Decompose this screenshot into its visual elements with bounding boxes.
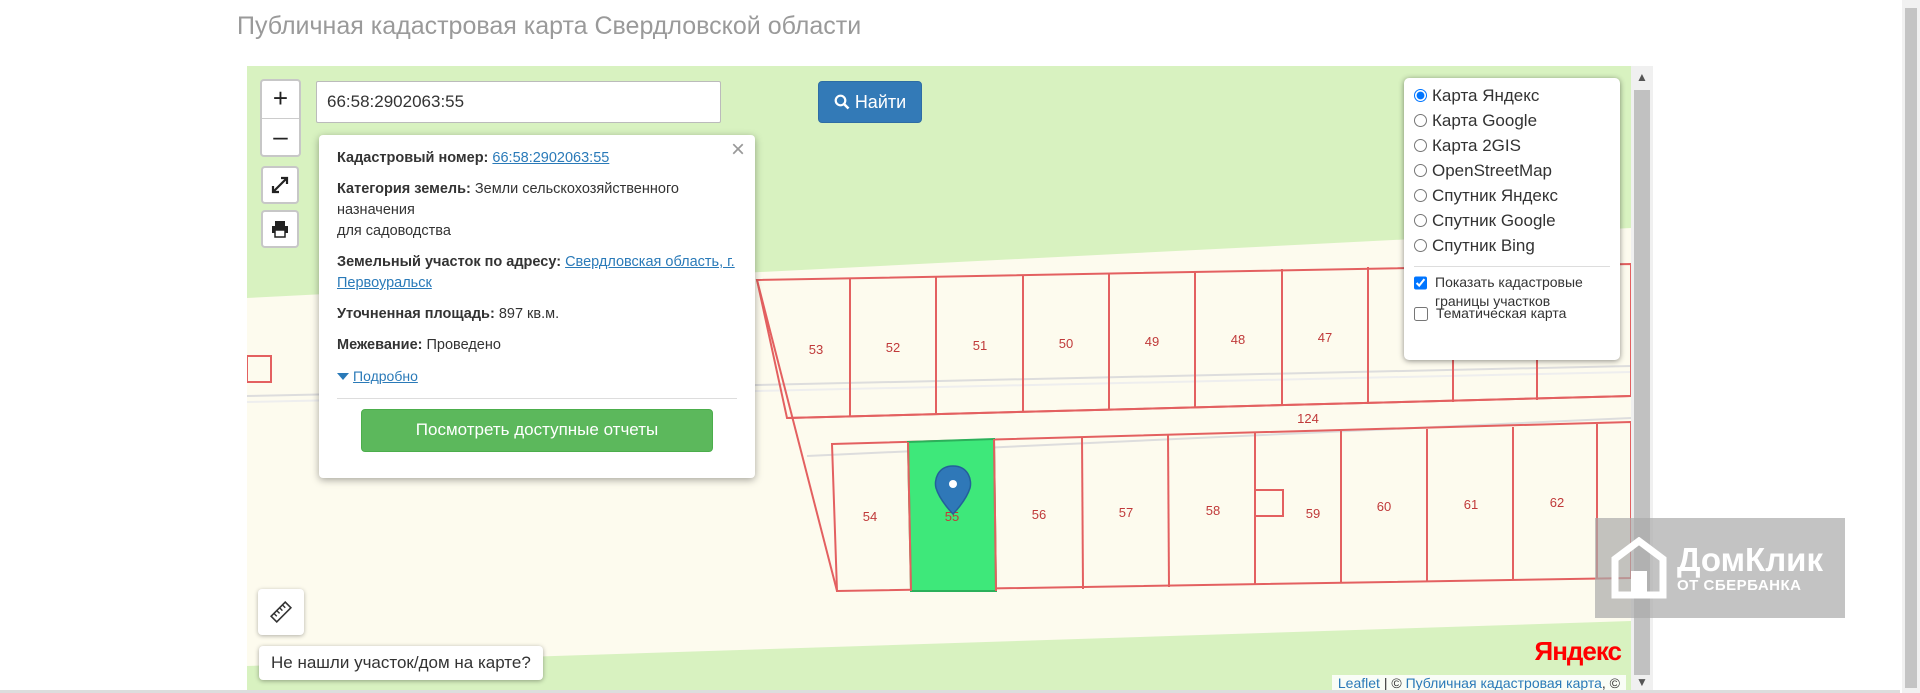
cadastral-label: Кадастровый номер: (337, 150, 489, 166)
layer-option-yandex-satellite[interactable]: Спутник Яндекс (1414, 183, 1610, 208)
parcel-label: 59 (1306, 506, 1320, 521)
address-label: Земельный участок по адресу: (337, 254, 562, 270)
search-input[interactable] (316, 81, 721, 123)
zoom-control: + – (260, 79, 301, 157)
map-attribution: Leaflet | © Публичная кадастровая карта,… (1331, 675, 1626, 691)
show-borders-checkbox[interactable] (1414, 276, 1427, 290)
layer-radio[interactable] (1414, 214, 1427, 227)
divider (337, 398, 737, 399)
close-icon[interactable]: × (731, 138, 745, 162)
parcel-info-popup: × Кадастровый номер: 66:58:2902063:55 Ка… (319, 135, 755, 478)
watermark-title: ДомКлик (1677, 540, 1823, 578)
ruler-button[interactable] (258, 589, 304, 635)
layer-option-osm[interactable]: OpenStreetMap (1414, 158, 1610, 183)
parcel-label: 58 (1206, 503, 1220, 518)
house-logo-icon (1611, 537, 1667, 599)
thematic-map-checkbox[interactable] (1414, 307, 1428, 321)
not-found-button[interactable]: Не нашли участок/дом на карте? (259, 646, 543, 680)
parcel-label: 60 (1377, 499, 1391, 514)
parcel-label: 50 (1059, 336, 1073, 351)
map-container[interactable]: 53 52 51 50 49 48 47 54 55 56 57 58 59 6… (247, 66, 1631, 693)
area-row: Уточненная площадь: 897 кв.м. (337, 304, 737, 325)
view-reports-button[interactable]: Посмотреть доступные отчеты (361, 409, 713, 452)
cadastral-number-row: Кадастровый номер: 66:58:2902063:55 (337, 148, 737, 169)
ruler-icon (270, 601, 292, 623)
parcel-label: 51 (973, 338, 987, 353)
parcel-label: 48 (1231, 332, 1245, 347)
parcel-label: 61 (1464, 497, 1478, 512)
more-details-link[interactable]: Подробно (353, 368, 418, 384)
zoom-in-button[interactable]: + (262, 81, 299, 119)
layer-option-2gis-map[interactable]: Карта 2GIS (1414, 133, 1610, 158)
yandex-logo: Яндекс (1534, 636, 1622, 666)
category-use: для садоводства (337, 223, 451, 239)
layer-radio[interactable] (1414, 239, 1427, 252)
cadastral-number-link[interactable]: 66:58:2902063:55 (492, 150, 609, 166)
search-button-label: Найти (854, 91, 907, 112)
print-button[interactable] (261, 210, 299, 248)
search-button[interactable]: Найти (818, 81, 922, 123)
printer-icon (272, 221, 288, 238)
layer-option-google-map[interactable]: Карта Google (1414, 108, 1610, 133)
survey-label: Межевание: (337, 337, 423, 353)
zoom-out-button[interactable]: – (262, 119, 299, 156)
survey-value: Проведено (426, 337, 501, 353)
parcel-label: 49 (1145, 334, 1159, 349)
address-row: Земельный участок по адресу: Свердловска… (337, 252, 737, 294)
divider (1414, 266, 1610, 267)
scroll-up-icon[interactable]: ▲ (1631, 66, 1653, 88)
page-title: Публичная кадастровая карта Свердловской… (237, 12, 862, 40)
pkk-link[interactable]: Публичная кадастровая карта (1406, 675, 1602, 691)
layer-radio[interactable] (1414, 89, 1427, 102)
page-scrollbar[interactable] (1902, 0, 1920, 693)
layer-option-google-satellite[interactable]: Спутник Google (1414, 208, 1610, 233)
layer-radio[interactable] (1414, 139, 1427, 152)
area-value: 897 кв.м. (498, 306, 560, 322)
fullscreen-button[interactable] (261, 166, 299, 204)
more-row[interactable]: Подробно (337, 366, 737, 388)
caret-down-icon (337, 373, 349, 380)
layer-radio[interactable] (1414, 164, 1427, 177)
fullscreen-icon (271, 176, 289, 194)
area-label: Уточненная площадь: (337, 306, 495, 322)
layer-switcher: Карта Яндекс Карта Google Карта 2GIS Ope… (1404, 78, 1620, 360)
show-borders-option[interactable]: Показать кадастровые границы участков (1414, 273, 1610, 309)
layer-option-yandex-map[interactable]: Карта Яндекс (1414, 83, 1610, 108)
land-category-row: Категория земель: Земли сельскохозяйстве… (337, 179, 737, 242)
parcel-label: 52 (886, 340, 900, 355)
domclick-watermark: ДомКлик ОТ СБЕРБАНКА (1595, 518, 1845, 618)
layer-radio[interactable] (1414, 189, 1427, 202)
category-label: Категория земель: (337, 181, 471, 197)
parcel-label: 54 (863, 509, 877, 524)
watermark-subtitle: ОТ СБЕРБАНКА (1677, 576, 1802, 594)
parcel-label: 62 (1550, 495, 1564, 510)
parcel-label: 56 (1032, 507, 1046, 522)
road-label: 124 (1297, 411, 1319, 426)
parcel-label: 53 (809, 342, 823, 357)
parcel-label: 57 (1119, 505, 1133, 520)
leaflet-link[interactable]: Leaflet (1338, 675, 1380, 691)
survey-row: Межевание: Проведено (337, 335, 737, 356)
layer-option-bing-satellite[interactable]: Спутник Bing (1414, 233, 1610, 258)
layer-radio[interactable] (1414, 114, 1427, 127)
parcel-label: 47 (1318, 330, 1332, 345)
search-icon (834, 94, 850, 110)
page-scroll-thumb[interactable] (1905, 8, 1917, 688)
